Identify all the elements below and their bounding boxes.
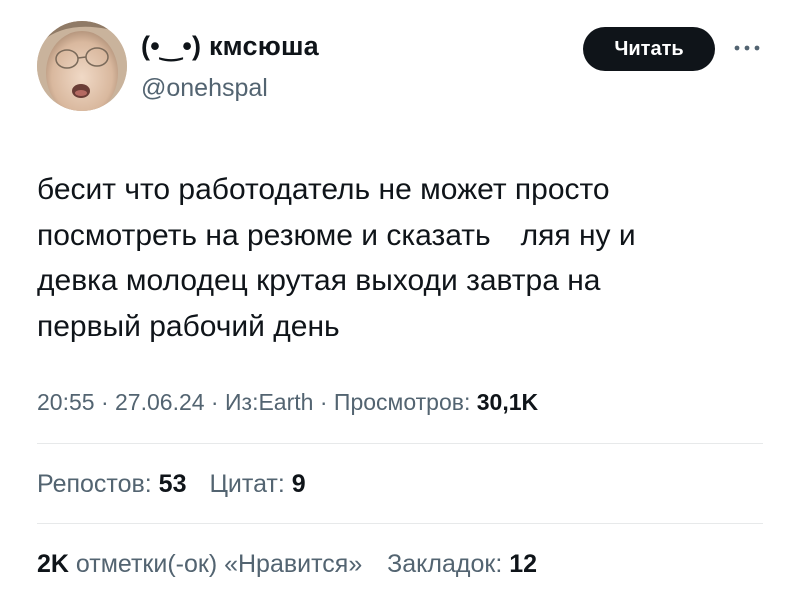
meta-separator: · [94, 389, 116, 415]
likes-stat[interactable]: 2K отметки(-ок) «Нравится» [37, 550, 362, 579]
divider [37, 443, 763, 444]
meta-separator: · [313, 389, 334, 415]
tweet-detail: (•‿•) кмсюша @onehspal Читать бесит что … [0, 0, 800, 596]
bookmarks-stat[interactable]: Закладок: 12 [387, 550, 537, 579]
tweet-meta: 20:55 · 27.06.24 · Из:Earth · Просмотров… [37, 389, 538, 416]
tweet-text: бесит что работодатель не может просто п… [37, 167, 767, 349]
follow-button[interactable]: Читать [583, 27, 715, 71]
more-horizontal-icon [734, 45, 760, 51]
tweet-text-segment: посмотреть на резюме и сказать [37, 218, 491, 252]
tweet-text-line: посмотреть на резюме и сказать ляя ну и [37, 213, 767, 259]
bookmarks-label: Закладок: [387, 550, 510, 578]
tweet-time[interactable]: 20:55 [37, 389, 95, 415]
quotes-label: Цитат: [209, 470, 292, 498]
author-display-name[interactable]: (•‿•) кмсюша [141, 31, 319, 62]
tweet-text-line: первый рабочий день [37, 309, 340, 343]
views-count: 30,1K [476, 389, 539, 415]
tweet-text-line: бесит что работодатель не может просто [37, 173, 610, 206]
tweet-source: Из:Earth [225, 389, 314, 415]
reposts-label: Репостов: [37, 470, 159, 498]
reposts-count: 53 [158, 470, 187, 498]
tweet-date[interactable]: 27.06.24 [115, 389, 205, 415]
likes-label: отметки(-ок) «Нравится» [68, 550, 363, 578]
quotes-count: 9 [291, 470, 306, 498]
tweet-text-segment: ляя ну и [520, 218, 636, 252]
meta-separator: · [204, 389, 225, 415]
reposts-stat[interactable]: Репостов: 53 [37, 470, 186, 499]
bookmarks-count: 12 [509, 550, 538, 578]
author-handle[interactable]: @onehspal [141, 74, 268, 103]
stats-row-likes-bookmarks: 2K отметки(-ок) «Нравится» Закладок: 12 [37, 550, 537, 579]
tweet-text-line: девка молодец крутая выходи завтра на [37, 264, 601, 297]
stats-row-reposts-quotes: Репостов: 53 Цитат: 9 [37, 470, 306, 499]
views-label: Просмотров: [333, 389, 477, 415]
quotes-stat[interactable]: Цитат: 9 [209, 470, 305, 499]
likes-count: 2K [37, 550, 69, 578]
avatar-photo [37, 21, 127, 111]
divider [37, 523, 763, 524]
more-button[interactable] [731, 34, 763, 62]
avatar[interactable] [37, 21, 127, 111]
